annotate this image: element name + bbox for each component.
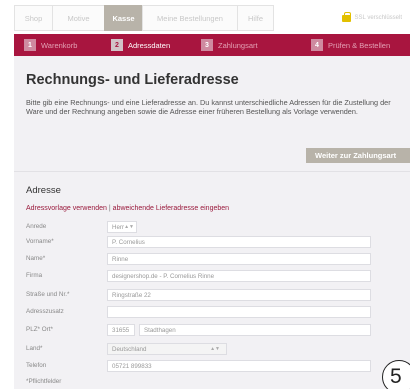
- step-zahlungsart: 3 Zahlungsart: [191, 34, 301, 56]
- street-input[interactable]: Ringstraße 22: [107, 289, 371, 301]
- lock-icon: [341, 11, 351, 22]
- step-number: 4: [311, 39, 323, 51]
- city-input[interactable]: Stadthagen: [139, 324, 371, 336]
- link-separator: |: [108, 205, 111, 212]
- ssl-indicator: SSL verschlüsselt: [341, 5, 410, 31]
- salutation-value: Herr: [112, 223, 125, 231]
- nav-tab-label: Motive: [67, 13, 90, 23]
- postal-code-input[interactable]: 31655: [107, 324, 135, 336]
- step-number: 3: [201, 39, 213, 51]
- step-warenkorb[interactable]: 1 Warenkorb: [14, 34, 101, 56]
- checkout-steps: 1 Warenkorb 2 Adressdaten 3 Zahlungsart …: [14, 34, 410, 56]
- step-label: Prüfen & Bestellen: [328, 40, 391, 50]
- select-arrows-icon: ▲▼: [124, 224, 134, 230]
- label-adresszusatz: Adresszusatz: [26, 308, 64, 315]
- step-label: Adressdaten: [128, 40, 171, 50]
- company-input[interactable]: designershop.de - P. Cornelius Rinne: [107, 270, 371, 282]
- step-number: 1: [24, 39, 36, 51]
- label-telefon: Telefon: [26, 362, 47, 369]
- nav-tab-hilfe[interactable]: Hilfe: [237, 5, 274, 31]
- ssl-label: SSL verschlüsselt: [354, 15, 402, 21]
- nav-tab-label: Hilfe: [247, 13, 263, 23]
- label-plz-ort: PLZ* Ort*: [26, 326, 53, 333]
- main-content: Rechnungs- und Lieferadresse Bitte gib e…: [14, 56, 410, 389]
- section-title-address: Adresse: [26, 185, 61, 196]
- address-links: Adressvorlage verwenden | abweichende Li…: [26, 205, 229, 212]
- intro-text: Bitte gib eine Rechnungs- und eine Liefe…: [26, 98, 391, 117]
- step-label: Warenkorb: [41, 40, 78, 50]
- nav-tab-kasse[interactable]: Kasse: [104, 5, 142, 31]
- nav-tab-shop[interactable]: Shop: [14, 5, 52, 31]
- step-number: 2: [111, 39, 123, 51]
- nav-tab-label: Meine Bestellungen: [157, 13, 223, 23]
- label-firma: Firma: [26, 272, 43, 279]
- salutation-select[interactable]: Herr ▲▼: [107, 221, 137, 233]
- use-address-template-link[interactable]: Adressvorlage verwenden: [26, 205, 107, 212]
- label-vorname: Vorname*: [26, 238, 54, 245]
- last-name-input[interactable]: Rinne: [107, 253, 371, 265]
- label-land: Land*: [26, 345, 43, 352]
- first-name-input[interactable]: P. Cornelius: [107, 236, 371, 248]
- required-fields-note: *Pflichtfelder: [26, 378, 62, 385]
- country-select[interactable]: Deutschland ▲▼: [107, 343, 227, 355]
- step-pruefen-bestellen: 4 Prüfen & Bestellen: [301, 34, 410, 56]
- select-arrows-icon: ▲▼: [210, 346, 220, 352]
- top-navigation: Shop Motive Kasse Meine Bestellungen Hil…: [14, 5, 410, 31]
- label-strasse: Straße und Nr.*: [26, 291, 70, 298]
- divider: [14, 171, 410, 172]
- phone-input[interactable]: 05721 899833: [107, 360, 371, 372]
- label-name: Name*: [26, 255, 46, 262]
- nav-tab-label: Shop: [24, 13, 43, 23]
- country-value: Deutschland: [112, 345, 147, 353]
- nav-tab-motive[interactable]: Motive: [52, 5, 104, 31]
- nav-tab-label: Kasse: [112, 13, 135, 23]
- next-to-payment-button[interactable]: Weiter zur Zahlungsart: [306, 148, 410, 163]
- nav-tab-meine-bestellungen[interactable]: Meine Bestellungen: [142, 5, 237, 31]
- alternate-delivery-address-link[interactable]: abweichende Lieferadresse eingeben: [113, 205, 229, 212]
- step-label: Zahlungsart: [218, 40, 258, 50]
- address-addition-input[interactable]: [107, 306, 371, 318]
- annotation-badge: 5: [382, 360, 410, 389]
- step-adressdaten: 2 Adressdaten: [101, 34, 191, 56]
- label-anrede: Anrede: [26, 223, 47, 230]
- page-title: Rechnungs- und Lieferadresse: [26, 72, 239, 88]
